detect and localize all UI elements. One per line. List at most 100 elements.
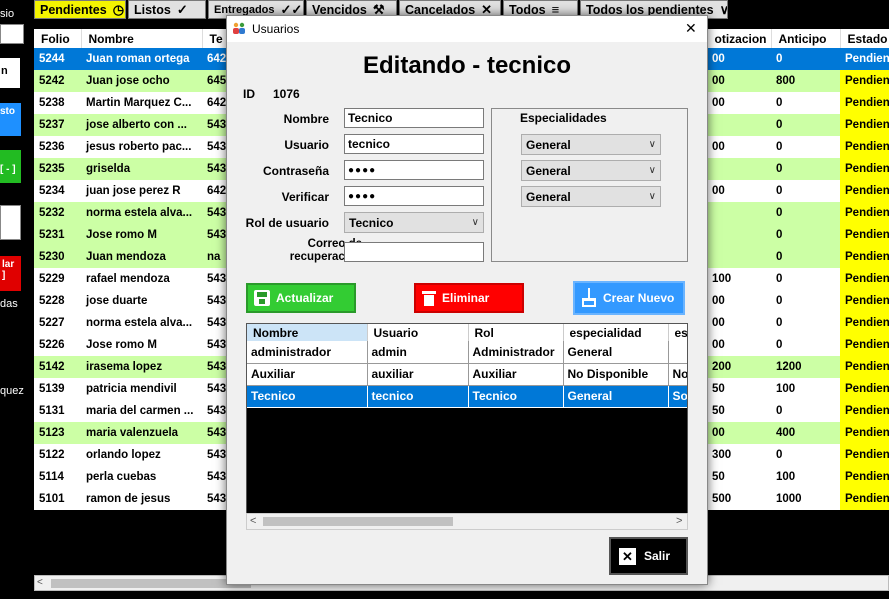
- actualizar-button[interactable]: Actualizar: [246, 283, 356, 313]
- cell-estado: Pendiente: [840, 180, 889, 202]
- cell-nombre: Jose romo M: [81, 224, 202, 246]
- cell-cot: 00: [707, 422, 771, 444]
- grid-cell: No: [668, 363, 687, 386]
- scroll-left-icon[interactable]: <: [250, 515, 256, 527]
- cell-folio: 5101: [34, 488, 81, 510]
- id-value: 1076: [273, 87, 300, 101]
- scroll-left-icon[interactable]: <: [37, 577, 43, 588]
- scroll-right-icon[interactable]: >: [676, 515, 682, 527]
- cell-folio: 5235: [34, 158, 81, 180]
- column-header[interactable]: Estado: [840, 29, 889, 48]
- grid-column-header[interactable]: Rol: [468, 324, 564, 341]
- cell-estado: Pendiente: [840, 400, 889, 422]
- crear-nuevo-button[interactable]: Crear Nuevo: [573, 281, 685, 315]
- tab-pendientes[interactable]: Pendientes ◷: [34, 0, 126, 19]
- users-grid: Nombre Usuario Rol especialidad es administr…: [246, 323, 688, 529]
- cell-folio: 5228: [34, 290, 81, 312]
- nombre-field[interactable]: Tecnico: [344, 108, 484, 128]
- especialidades-title: Especialidades: [520, 111, 607, 125]
- grid-cell: [668, 341, 687, 364]
- cell-cot: 50: [707, 466, 771, 488]
- usuario-field[interactable]: tecnico: [344, 134, 484, 154]
- cell-estado: Pendiente: [840, 378, 889, 400]
- cell-cot: 00: [707, 180, 771, 202]
- cell-nombre: Juan mendoza: [81, 246, 202, 268]
- cell-estado: Pendiente: [840, 136, 889, 158]
- left-partial-input[interactable]: [0, 24, 24, 44]
- left-white-button[interactable]: [0, 205, 21, 240]
- eliminar-button[interactable]: Eliminar: [414, 283, 524, 313]
- cell-estado: Pendiente: [840, 202, 889, 224]
- grid-horizontal-scrollbar[interactable]: < >: [246, 513, 688, 530]
- exit-icon: ✕: [619, 547, 636, 565]
- cell-anticipo: 0: [771, 202, 840, 224]
- grid-cell: auxiliar: [367, 363, 469, 386]
- cell-anticipo: 0: [771, 180, 840, 202]
- cell-cot: 100: [707, 268, 771, 290]
- cell-folio: 5236: [34, 136, 81, 158]
- close-icon[interactable]: ✕: [685, 20, 697, 37]
- salir-button[interactable]: ✕ Salir: [609, 537, 688, 575]
- cell-estado: Pendiente: [840, 466, 889, 488]
- left-partial-text: sio: [0, 8, 15, 20]
- especialidad-select-2[interactable]: General ∨: [521, 160, 661, 181]
- grid-row[interactable]: Auxiliar auxiliar Auxiliar No Disponible No: [247, 363, 687, 386]
- cell-anticipo: 0: [771, 136, 840, 158]
- column-header[interactable]: Folio: [34, 29, 82, 48]
- left-partial-button[interactable]: n: [0, 58, 20, 88]
- cell-cot: [707, 246, 771, 268]
- chevron-down-icon: ∨: [648, 165, 656, 176]
- clock-icon: ◷: [112, 1, 125, 17]
- column-header[interactable]: Anticipo: [771, 29, 841, 48]
- users-app-icon: [232, 21, 246, 35]
- grid-cell: Tecnico: [468, 385, 564, 408]
- scroll-thumb[interactable]: [51, 579, 251, 588]
- cell-anticipo: 0: [771, 400, 840, 422]
- cell-nombre: Martin Marquez C...: [81, 92, 202, 114]
- cell-anticipo: 0: [771, 268, 840, 290]
- cell-cot: 00: [707, 290, 771, 312]
- cell-cot: [707, 224, 771, 246]
- especialidad-value-3: General: [526, 189, 571, 204]
- especialidad-select-3[interactable]: General ∨: [521, 186, 661, 207]
- cell-estado: Pendiente: [840, 356, 889, 378]
- cell-cot: 500: [707, 488, 771, 510]
- grid-row[interactable]: Tecnico tecnico Tecnico General So: [247, 385, 687, 408]
- grid-cell: admin: [367, 341, 469, 364]
- left-blue-button[interactable]: sto: [0, 103, 21, 136]
- cell-anticipo: 400: [771, 422, 840, 444]
- cell-folio: 5237: [34, 114, 81, 136]
- page-title: Editando - tecnico: [362, 52, 571, 79]
- grid-column-header[interactable]: es: [668, 324, 687, 341]
- column-header[interactable]: Nombre: [81, 29, 203, 48]
- rol-select[interactable]: Tecnico ∨: [344, 212, 484, 233]
- salir-label: Salir: [644, 549, 671, 563]
- column-header[interactable]: otizacion: [707, 29, 772, 48]
- grid-column-header[interactable]: especialidad: [563, 324, 669, 341]
- cell-estado: Pendiente: [840, 422, 889, 444]
- cell-nombre: jose duarte: [81, 290, 202, 312]
- cell-folio: 5131: [34, 400, 81, 422]
- grid-row[interactable]: administrador admin Administrador General: [247, 341, 687, 364]
- especialidad-select-1[interactable]: General ∨: [521, 134, 661, 155]
- cell-nombre: jesus roberto pac...: [81, 136, 202, 158]
- eliminar-label: Eliminar: [442, 291, 490, 305]
- grid-scroll-thumb[interactable]: [263, 517, 453, 526]
- cell-anticipo: 1000: [771, 488, 840, 510]
- password-field[interactable]: ●●●●: [344, 160, 484, 180]
- grid-column-header[interactable]: Usuario: [367, 324, 469, 341]
- left-partial-label-2: quez: [0, 385, 24, 397]
- chevron-down-icon: ∨: [648, 139, 656, 150]
- left-red-button[interactable]: lar ]: [0, 256, 21, 291]
- cell-anticipo: 0: [771, 158, 840, 180]
- grid-column-header[interactable]: Nombre: [247, 324, 368, 341]
- cell-estado: Pendiente: [840, 268, 889, 290]
- cell-nombre: orlando lopez: [81, 444, 202, 466]
- cell-folio: 5139: [34, 378, 81, 400]
- left-green-button[interactable]: [ - ]: [0, 150, 21, 183]
- tab-listos[interactable]: Listos ✓: [128, 0, 206, 19]
- cell-cot: [707, 202, 771, 224]
- verify-password-field[interactable]: ●●●●: [344, 186, 484, 206]
- correo-field[interactable]: [344, 242, 484, 262]
- cell-estado: Pendiente: [840, 290, 889, 312]
